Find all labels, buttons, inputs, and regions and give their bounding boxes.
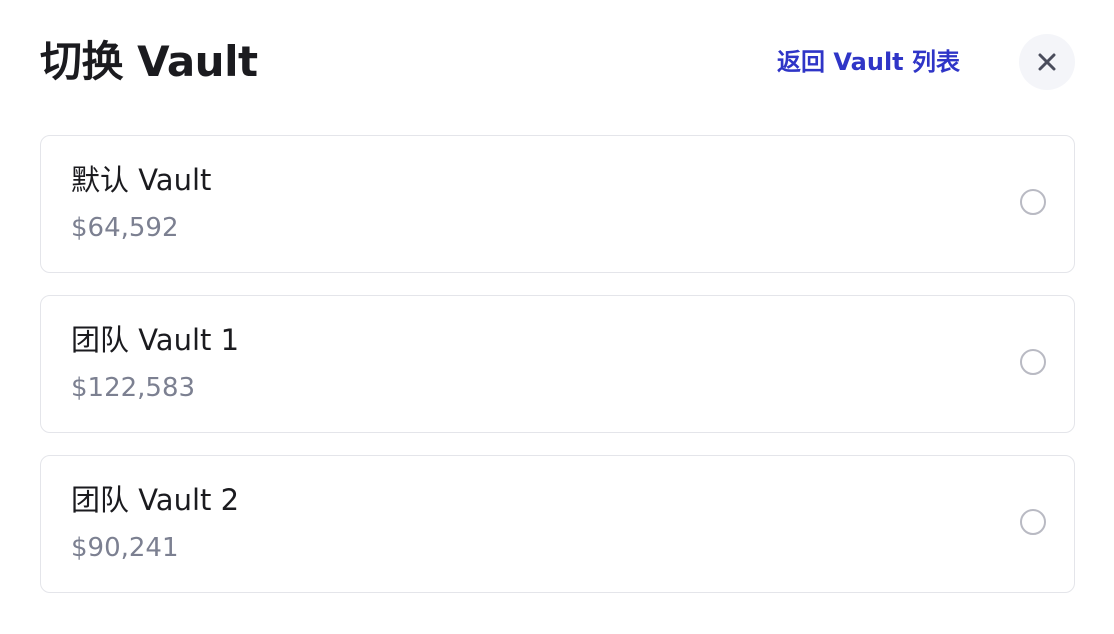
vault-list: 默认 Vault $64,592 团队 Vault 1 $122,583 团队 … (40, 135, 1075, 615)
vault-radio[interactable] (1020, 349, 1046, 375)
vault-option-default[interactable]: 默认 Vault $64,592 (40, 135, 1075, 273)
vault-option-team-2[interactable]: 团队 Vault 2 $90,241 (40, 455, 1075, 593)
vault-balance: $122,583 (71, 373, 196, 403)
close-button[interactable] (1019, 34, 1075, 90)
vault-radio[interactable] (1020, 509, 1046, 535)
vault-radio[interactable] (1020, 189, 1046, 215)
back-to-vault-list-link[interactable]: 返回 Vault 列表 (777, 32, 960, 92)
page-title: 切换 Vault (40, 37, 258, 86)
vault-name: 团队 Vault 2 (71, 483, 240, 517)
vault-name: 默认 Vault (71, 163, 212, 197)
vault-option-team-1[interactable]: 团队 Vault 1 $122,583 (40, 295, 1075, 433)
dialog-header: 切换 Vault 返回 Vault 列表 (40, 32, 1075, 92)
vault-balance: $64,592 (71, 213, 179, 243)
vault-balance: $90,241 (71, 533, 179, 563)
vault-name: 团队 Vault 1 (71, 323, 240, 357)
close-icon (1038, 53, 1056, 71)
